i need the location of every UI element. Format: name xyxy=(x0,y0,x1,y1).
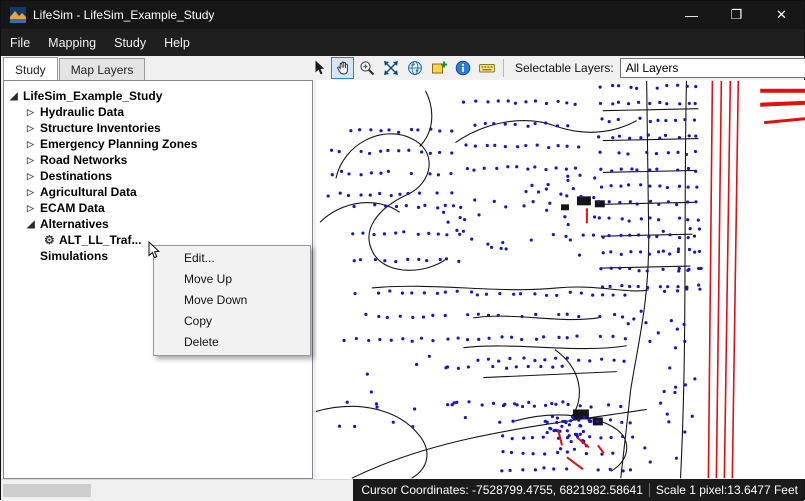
minimize-button[interactable]: — xyxy=(669,1,714,29)
title-bar: LifeSim - LifeSim_Example_Study — ❐ ✕ xyxy=(1,1,804,29)
menu-bar: File Mapping Study Help xyxy=(1,29,804,56)
tree-item-label: Emergency Planning Zones xyxy=(40,137,198,151)
tree-collapsed-icon[interactable]: ▷ xyxy=(27,203,40,214)
tree-item-label: ALT_LL_Traf... xyxy=(59,233,142,247)
menu-item-file[interactable]: File xyxy=(1,29,39,56)
menu-item-help[interactable]: Help xyxy=(155,29,199,56)
tree-item-ecam-data[interactable]: ▷ ECAM Data xyxy=(4,200,312,216)
tree-item-label: Road Networks xyxy=(40,153,128,167)
tree-item-alternatives[interactable]: ◢ Alternatives xyxy=(4,216,312,232)
close-button[interactable]: ✕ xyxy=(759,1,804,29)
gear-icon: ⚙ xyxy=(44,233,55,247)
context-menu: Edit... Move Up Move Down Copy Delete xyxy=(153,245,311,356)
tree-item-agricultural-data[interactable]: ▷ Agricultural Data xyxy=(4,184,312,200)
tree-item-emergency-planning-zones[interactable]: ▷ Emergency Planning Zones xyxy=(4,136,312,152)
cursor-coordinates: Cursor Coordinates: -7528799.4755, 68219… xyxy=(361,483,643,497)
app-logo-icon xyxy=(10,7,26,23)
tree-collapsed-icon[interactable]: ▷ xyxy=(27,187,40,198)
map-canvas[interactable] xyxy=(316,80,805,479)
add-layer-icon xyxy=(431,61,447,74)
tree-item-label: Destinations xyxy=(40,169,113,183)
tree-item-label: ECAM Data xyxy=(40,201,105,215)
tree-collapsed-icon[interactable]: ▷ xyxy=(27,139,40,150)
tab-toolbar-row: Study Map Layers Selectable Layers: All … xyxy=(1,56,805,80)
globe-tool[interactable] xyxy=(403,57,426,79)
bottom-row: Cursor Coordinates: -7528799.4755, 68219… xyxy=(1,479,804,501)
tree-expanded-icon[interactable]: ◢ xyxy=(27,219,40,230)
full-extent-tool[interactable] xyxy=(379,57,402,79)
context-menu-item-move-up[interactable]: Move Up xyxy=(154,269,310,290)
attribute-table-tool[interactable] xyxy=(475,57,498,79)
menu-item-mapping[interactable]: Mapping xyxy=(39,29,105,56)
scrollbar-thumb[interactable] xyxy=(3,484,91,497)
zoom-tool[interactable] xyxy=(355,57,378,79)
menu-item-study[interactable]: Study xyxy=(105,29,155,56)
tab-strip: Study Map Layers xyxy=(3,57,146,80)
select-arrow-icon xyxy=(315,60,324,75)
full-extent-arrows-icon xyxy=(383,61,398,75)
pan-tool[interactable] xyxy=(331,57,354,79)
tree-item-label: LifeSim_Example_Study xyxy=(23,89,163,103)
pan-hand-icon xyxy=(336,61,348,75)
tree-item-label: Hydraulic Data xyxy=(40,105,125,119)
tree-expanded-icon[interactable]: ◢ xyxy=(10,91,23,102)
tab-map-layers[interactable]: Map Layers xyxy=(58,58,146,80)
magnifier-icon xyxy=(359,61,374,76)
tree-item-destinations[interactable]: ▷ Destinations xyxy=(4,168,312,184)
selectable-layers-dropdown[interactable]: All Layers ▼ xyxy=(619,58,805,78)
tree-collapsed-icon[interactable]: ▷ xyxy=(27,155,40,166)
tree-item-label: Structure Inventories xyxy=(40,121,161,135)
status-separator xyxy=(648,483,650,497)
maximize-button[interactable]: ❐ xyxy=(714,1,759,29)
mouse-cursor-icon xyxy=(148,241,160,259)
context-menu-item-edit[interactable]: Edit... xyxy=(154,248,310,269)
window-controls: — ❐ ✕ xyxy=(669,1,804,29)
context-menu-item-move-down[interactable]: Move Down xyxy=(154,290,310,311)
tree-collapsed-icon[interactable]: ▷ xyxy=(27,107,40,118)
tree-item-lifesim-example-study[interactable]: ◢ LifeSim_Example_Study xyxy=(4,88,312,104)
tree-collapsed-icon[interactable]: ▷ xyxy=(27,171,40,182)
selectable-layers-value: All Layers xyxy=(625,61,679,75)
status-bar: Cursor Coordinates: -7528799.4755, 68219… xyxy=(353,479,804,501)
tree-item-label: Simulations xyxy=(40,249,109,263)
tree-item-label: Agricultural Data xyxy=(40,185,137,199)
horizontal-scrollbar[interactable] xyxy=(1,479,354,501)
add-map-layer-tool[interactable] xyxy=(427,57,450,79)
tree-item-road-networks[interactable]: ▷ Road Networks xyxy=(4,152,312,168)
map-toolbar: Selectable Layers: All Layers ▼ ▼ xyxy=(307,56,805,80)
tree-item-label: Alternatives xyxy=(40,217,109,231)
info-icon xyxy=(455,60,470,76)
scale-readout: Scale 1 pixel:13.6477 Feet xyxy=(655,483,798,497)
window-title: LifeSim - LifeSim_Example_Study xyxy=(33,8,215,22)
toolbar-separator xyxy=(503,59,504,77)
attribute-table-icon xyxy=(478,64,495,73)
tree-collapsed-icon[interactable]: ▷ xyxy=(27,123,40,134)
info-tool[interactable] xyxy=(451,57,474,79)
context-menu-item-copy[interactable]: Copy xyxy=(154,311,310,332)
tree-item-hydraulic-data[interactable]: ▷ Hydraulic Data xyxy=(4,104,312,120)
tab-study[interactable]: Study xyxy=(3,57,58,80)
selectable-layers-label: Selectable Layers: xyxy=(515,61,614,75)
globe-icon xyxy=(407,61,422,75)
tree-item-structure-inventories[interactable]: ▷ Structure Inventories xyxy=(4,120,312,136)
select-tool[interactable] xyxy=(307,57,330,79)
context-menu-item-delete[interactable]: Delete xyxy=(154,332,310,353)
app-window: { "window": { "title": "LifeSim - LifeSi… xyxy=(0,0,805,501)
